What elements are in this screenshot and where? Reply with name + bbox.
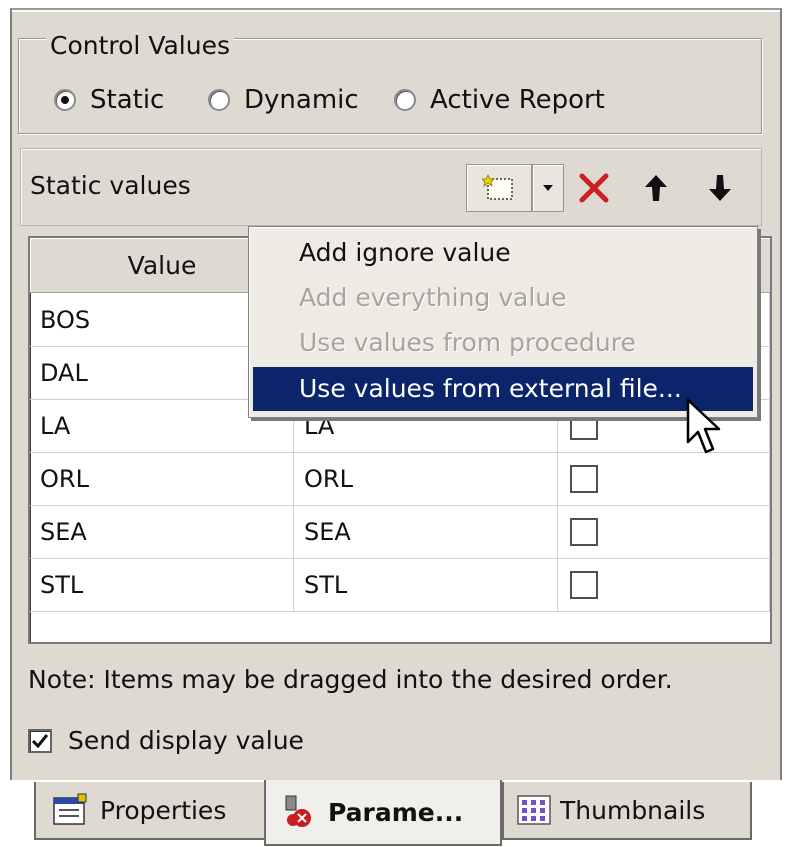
move-down-button[interactable]: [700, 166, 740, 210]
bottom-tab-bar: Properties Parame... Thumbnails: [10, 780, 794, 847]
table-row[interactable]: SEA SEA: [30, 505, 770, 559]
radio-dynamic[interactable]: Dynamic: [208, 82, 359, 118]
value-cell[interactable]: SEA: [30, 505, 294, 558]
row-checkbox[interactable]: [570, 517, 598, 546]
menu-item-use-values-from-external-file[interactable]: Use values from external file...: [253, 367, 753, 411]
properties-icon: [53, 793, 87, 825]
send-display-label: Send display value: [68, 726, 304, 755]
check-cell[interactable]: [558, 505, 770, 558]
display-cell[interactable]: ORL: [294, 452, 558, 505]
control-values-legend: Control Values: [46, 30, 234, 62]
radio-static[interactable]: Static: [54, 82, 164, 118]
delete-x-icon: [579, 173, 609, 203]
display-cell[interactable]: SEA: [294, 505, 558, 558]
tab-properties[interactable]: Properties: [34, 782, 266, 840]
table-row[interactable]: ORL ORL: [30, 452, 770, 506]
radio-dynamic-label: Dynamic: [244, 85, 359, 115]
move-up-button[interactable]: [636, 166, 676, 210]
radio-static-circle[interactable]: [54, 89, 76, 111]
parameters-icon: [285, 795, 311, 827]
menu-item-add-everything-value[interactable]: Add everything value: [253, 276, 753, 320]
move-down-icon: [709, 175, 731, 201]
new-value-icon: [482, 174, 513, 200]
thumbnails-icon: [517, 795, 551, 825]
menu-item-add-ignore-value[interactable]: Add ignore value: [253, 231, 753, 275]
radio-dynamic-circle[interactable]: [208, 89, 230, 111]
new-value-button[interactable]: [466, 164, 532, 212]
dropdown-arrow-icon: [543, 185, 553, 191]
display-cell[interactable]: STL: [294, 558, 558, 611]
delete-button[interactable]: [574, 166, 614, 210]
move-up-icon: [645, 175, 667, 201]
radio-active-report-label: Active Report: [430, 85, 605, 115]
radio-static-label: Static: [90, 85, 165, 115]
send-display-value-option[interactable]: Send display value: [28, 726, 304, 755]
static-values-label: Static values: [30, 171, 191, 200]
check-cell[interactable]: [558, 452, 770, 505]
check-cell[interactable]: [558, 558, 770, 611]
add-value-menu: Add ignore value Add everything value Us…: [248, 226, 758, 418]
radio-active-report-circle[interactable]: [394, 89, 416, 111]
radio-selected-dot: [61, 96, 69, 104]
drag-order-note: Note: Items may be dragged into the desi…: [28, 665, 673, 694]
value-cell[interactable]: ORL: [30, 452, 294, 505]
tab-properties-label: Properties: [100, 795, 227, 825]
send-display-checkbox[interactable]: [28, 728, 52, 753]
tab-thumbnails-label: Thumbnails: [560, 795, 706, 825]
tab-parameters-label: Parame...: [328, 797, 464, 827]
panel-top-edge: [12, 10, 780, 12]
tab-thumbnails[interactable]: Thumbnails: [502, 782, 752, 840]
new-value-dropdown[interactable]: [532, 164, 564, 212]
mouse-cursor-icon: [686, 398, 721, 454]
checkmark-icon: [32, 733, 48, 748]
tab-parameters[interactable]: Parame...: [264, 780, 502, 846]
radio-active-report[interactable]: Active Report: [394, 82, 605, 118]
table-row[interactable]: STL STL: [30, 558, 770, 612]
menu-item-use-values-from-procedure[interactable]: Use values from procedure: [253, 321, 753, 365]
row-checkbox[interactable]: [570, 570, 598, 599]
row-checkbox[interactable]: [570, 464, 598, 493]
value-cell[interactable]: STL: [30, 558, 294, 611]
